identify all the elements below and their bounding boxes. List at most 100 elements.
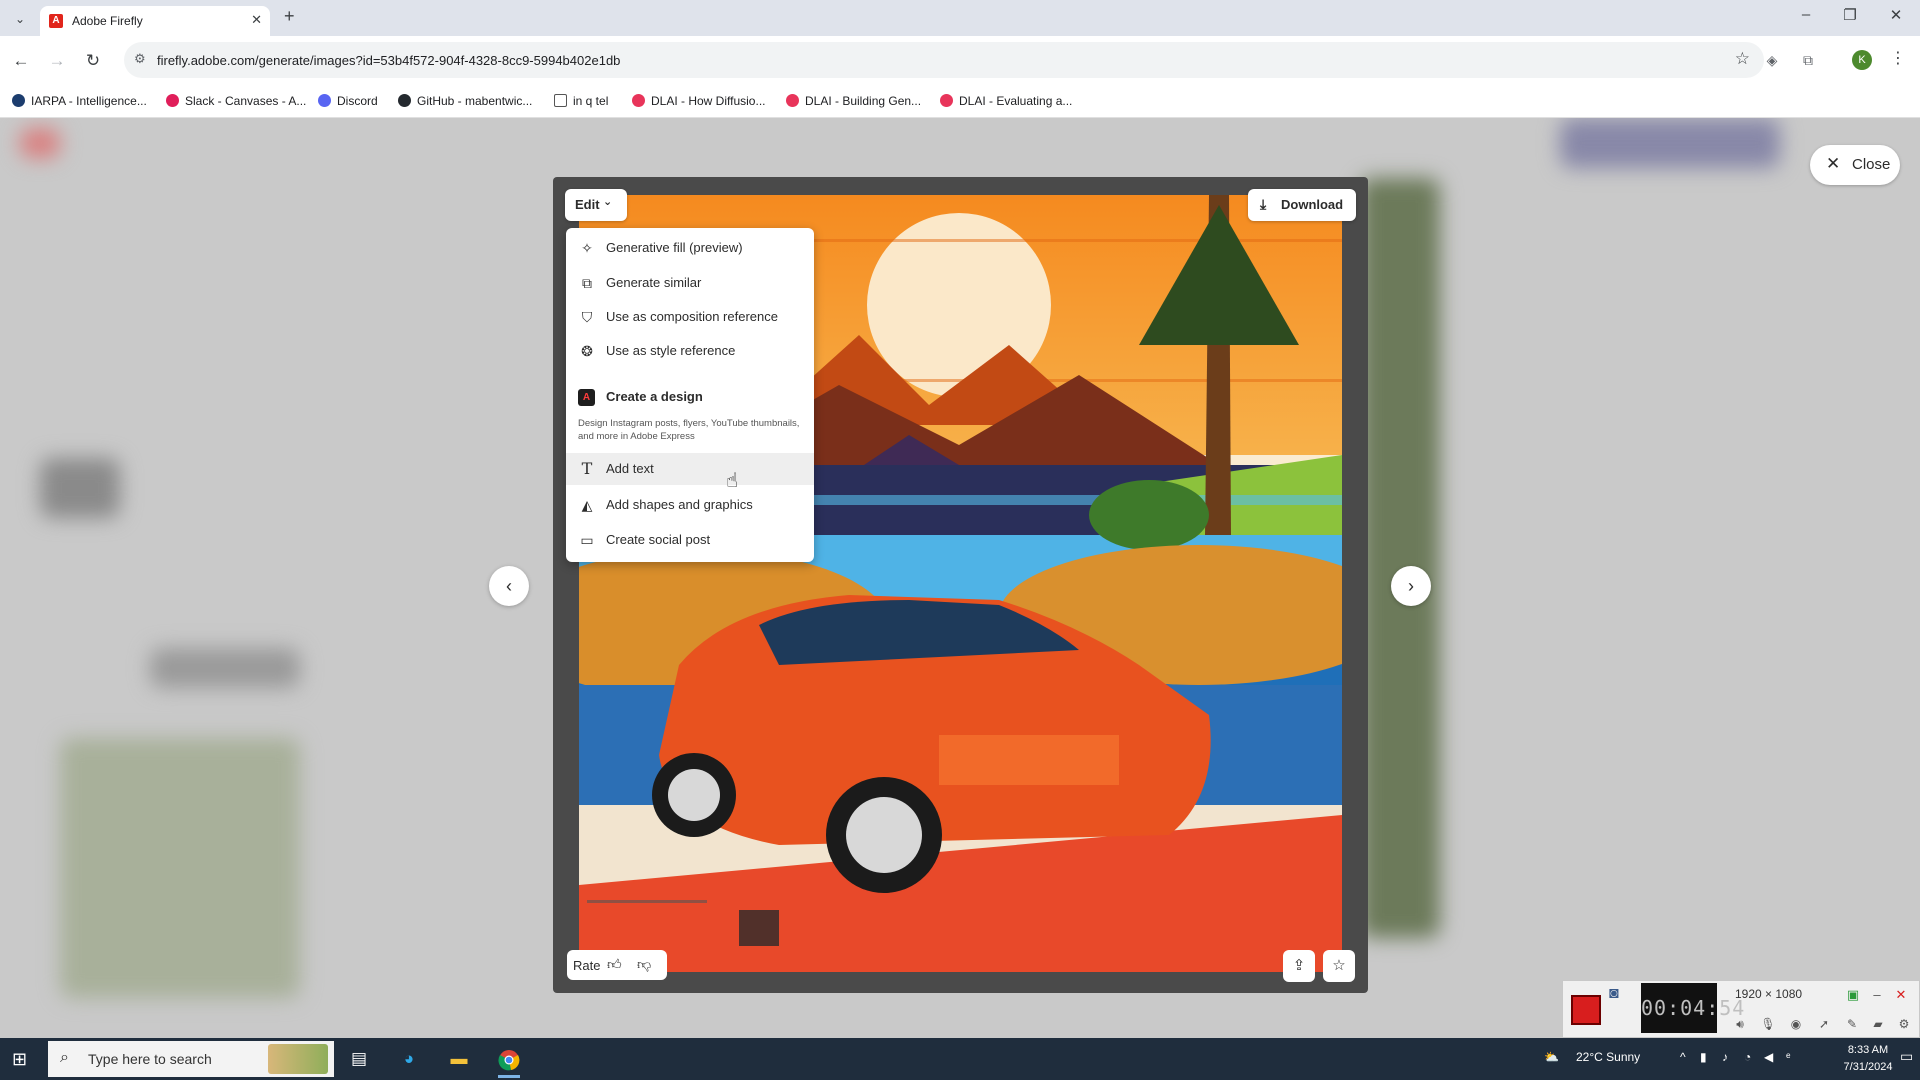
shapes-icon: ◭ bbox=[581, 497, 593, 513]
weather-icon[interactable]: ⛅ bbox=[1544, 1050, 1559, 1064]
windows-start-icon[interactable]: ⊞ bbox=[12, 1049, 27, 1070]
generate-similar-icon: ⧉ bbox=[582, 275, 592, 291]
chevron-left-icon: ‹ bbox=[506, 576, 512, 596]
tab-search-button[interactable]: ⌄ bbox=[8, 8, 32, 30]
browser-tab-active[interactable]: A Adobe Firefly ✕ bbox=[40, 6, 270, 36]
recorder-close-icon[interactable]: ✕ bbox=[1893, 987, 1909, 1003]
bookmark-item[interactable]: Slack - Canvases - A... bbox=[166, 94, 306, 108]
adobe-favicon-icon: A bbox=[49, 14, 63, 28]
edge-icon[interactable]: ◕ bbox=[394, 1044, 424, 1074]
menu-item-style-reference[interactable]: ❂ Use as style reference bbox=[566, 335, 814, 367]
rate-bar: Rate 👍︎ 👎︎ bbox=[567, 950, 667, 980]
bookmark-star-icon[interactable]: ☆ bbox=[1735, 49, 1750, 69]
browser-tab-strip: ⌄ A Adobe Firefly ✕ + – ❐ ✕ bbox=[0, 0, 1920, 36]
minimize-icon[interactable]: – bbox=[1786, 6, 1826, 23]
folder-icon[interactable]: ▰ bbox=[1869, 1015, 1887, 1033]
profile-avatar[interactable]: K bbox=[1852, 50, 1872, 70]
windows-taskbar: ⊞ ⌕ Type here to search ▤ ◕ ▬ ⛅ 22°C Sun… bbox=[0, 1038, 1920, 1080]
adobe-express-icon: A bbox=[578, 389, 595, 406]
restore-icon[interactable]: ❐ bbox=[1830, 6, 1870, 24]
network-icon[interactable]: ◔ bbox=[1744, 1050, 1751, 1064]
settings-icon[interactable]: ⚙ bbox=[1895, 1015, 1913, 1033]
bookmark-folder[interactable]: in q tel bbox=[554, 94, 608, 108]
bookmark-item[interactable]: IARPA - Intelligence... bbox=[12, 94, 147, 108]
edit-dropdown-button[interactable]: Edit ⌄ bbox=[565, 189, 627, 221]
thumbs-up-icon[interactable]: 👍︎ bbox=[607, 956, 622, 973]
chevron-down-icon: ⌄ bbox=[603, 196, 613, 208]
back-icon[interactable]: ← bbox=[8, 48, 34, 74]
iarpa-icon bbox=[12, 94, 25, 107]
discord-icon bbox=[318, 94, 331, 107]
url-text[interactable]: firefly.adobe.com/generate/images?id=53b… bbox=[157, 53, 620, 68]
chrome-logo bbox=[498, 1049, 520, 1070]
volume-icon[interactable]: ◀ bbox=[1764, 1050, 1773, 1064]
forward-icon[interactable]: → bbox=[44, 48, 70, 74]
weather-text[interactable]: 22°C Sunny bbox=[1576, 1050, 1640, 1064]
star-icon: ☆ bbox=[1332, 957, 1346, 974]
blurred-gallery bbox=[60, 738, 300, 998]
menu-item-add-shapes[interactable]: ◭ Add shapes and graphics bbox=[566, 489, 814, 521]
reload-icon[interactable]: ↻ bbox=[80, 48, 106, 74]
meet-now-icon[interactable]: ▮ bbox=[1700, 1050, 1707, 1064]
microphone-tray-icon[interactable]: ♪ bbox=[1722, 1050, 1728, 1064]
address-bar[interactable]: ⚙ firefly.adobe.com/generate/images?id=5… bbox=[124, 42, 1764, 78]
edit-menu: ✧ Generative fill (preview) ⧉ Generate s… bbox=[566, 228, 814, 562]
chrome-icon[interactable] bbox=[494, 1044, 524, 1078]
taskbar-search-box[interactable]: ⌕ Type here to search bbox=[48, 1041, 334, 1077]
blurred-header-tools bbox=[1560, 118, 1780, 168]
composition-reference-icon: ⛉ bbox=[581, 309, 593, 325]
search-icon: ⌕ bbox=[60, 1049, 69, 1066]
cursor-icon[interactable]: ➚ bbox=[1815, 1015, 1833, 1033]
next-image-button[interactable]: › bbox=[1391, 566, 1431, 606]
folder-icon bbox=[554, 94, 567, 107]
blurred-next-image bbox=[1360, 178, 1440, 938]
bookmark-item[interactable]: DLAI - Evaluating a... bbox=[940, 94, 1072, 108]
bookmark-item[interactable]: DLAI - How Diffusio... bbox=[632, 94, 765, 108]
webcam-icon[interactable]: ◉ bbox=[1787, 1015, 1805, 1033]
bookmark-item[interactable]: GitHub - mabentwic... bbox=[398, 94, 532, 108]
bookmark-item[interactable]: Discord bbox=[318, 94, 378, 108]
tray-overflow-icon[interactable]: ^ bbox=[1680, 1050, 1686, 1064]
record-stop-button[interactable] bbox=[1571, 995, 1601, 1025]
new-tab-button[interactable]: + bbox=[284, 6, 295, 27]
dlai-icon bbox=[940, 94, 953, 107]
thumbs-down-icon[interactable]: 👎︎ bbox=[637, 956, 651, 973]
task-view-icon[interactable]: ▤ bbox=[344, 1044, 374, 1074]
recorder-window-icon[interactable]: ▣ bbox=[1845, 987, 1861, 1003]
bookmark-item[interactable]: DLAI - Building Gen... bbox=[786, 94, 921, 108]
pen-icon[interactable]: ✎ bbox=[1843, 1015, 1861, 1033]
dlai-icon bbox=[632, 94, 645, 107]
tab-close-icon[interactable]: ✕ bbox=[251, 12, 262, 28]
site-info-icon[interactable]: ⚙ bbox=[134, 51, 146, 67]
favorite-button[interactable]: ☆ bbox=[1323, 950, 1355, 982]
blurred-button bbox=[150, 648, 300, 688]
recorder-minimize-icon[interactable]: – bbox=[1869, 987, 1885, 1002]
tab-title: Adobe Firefly bbox=[72, 14, 143, 28]
previous-image-button[interactable]: ‹ bbox=[489, 566, 529, 606]
notification-icon[interactable]: ▭ bbox=[1900, 1048, 1913, 1065]
shield-extension-icon[interactable]: ◈ bbox=[1762, 50, 1782, 70]
social-post-icon: ▭ bbox=[580, 532, 594, 548]
browser-toolbar: ← → ↻ ⚙ firefly.adobe.com/generate/image… bbox=[0, 36, 1920, 86]
dlai-icon bbox=[786, 94, 799, 107]
browser-menu-icon[interactable]: ⋮ bbox=[1890, 48, 1906, 68]
camera-icon[interactable]: ◙ bbox=[1609, 985, 1619, 1003]
share-button[interactable]: ⇪ bbox=[1283, 950, 1315, 982]
download-button[interactable]: ⤓ Download bbox=[1248, 189, 1356, 221]
extensions-puzzle-icon[interactable]: ⧉ bbox=[1798, 50, 1818, 70]
recording-timer: 00:04:54 bbox=[1641, 983, 1744, 1033]
menu-item-add-text[interactable]: T Add text bbox=[566, 453, 814, 485]
generative-fill-icon: ✧ bbox=[581, 240, 593, 256]
menu-item-generative-fill[interactable]: ✧ Generative fill (preview) bbox=[566, 232, 814, 264]
close-modal-button[interactable]: ✕ Close bbox=[1810, 145, 1900, 185]
menu-item-create-social-post[interactable]: ▭ Create social post bbox=[566, 524, 814, 556]
file-explorer-icon[interactable]: ▬ bbox=[444, 1044, 474, 1074]
microphone-icon[interactable]: 🎙︎ bbox=[1759, 1015, 1777, 1033]
menu-item-composition-reference[interactable]: ⛉ Use as composition reference bbox=[566, 301, 814, 333]
system-clock[interactable]: 8:33 AM 7/31/2024 bbox=[1838, 1042, 1898, 1076]
recording-resolution: 1920 × 1080 bbox=[1735, 987, 1803, 1001]
menu-item-generate-similar[interactable]: ⧉ Generate similar bbox=[566, 267, 814, 299]
speaker-icon[interactable]: 🔊︎ bbox=[1731, 1015, 1749, 1033]
language-icon[interactable]: ᵉ bbox=[1786, 1050, 1790, 1064]
window-close-icon[interactable]: ✕ bbox=[1876, 6, 1916, 24]
